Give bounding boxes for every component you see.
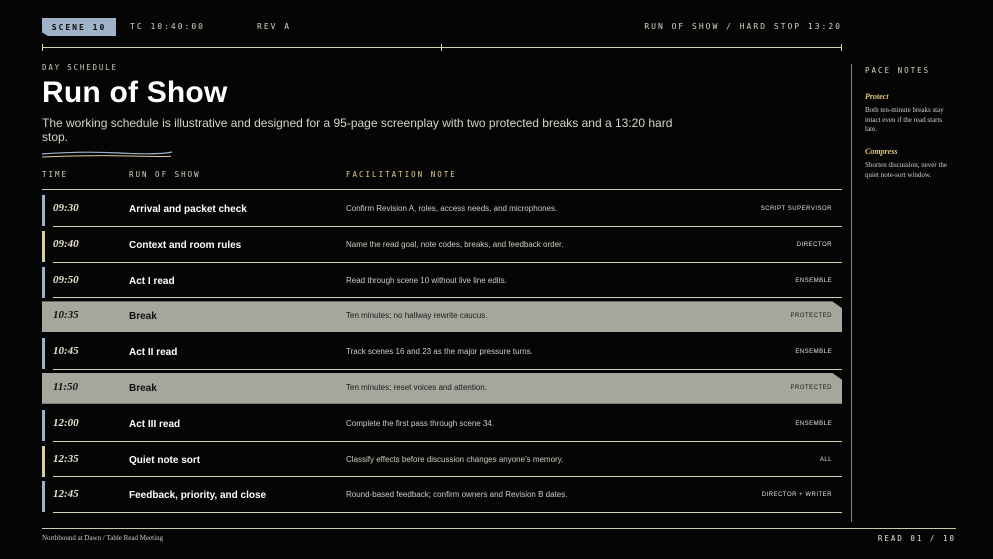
footer-divider [42, 528, 956, 529]
decorative-underline [41, 151, 173, 158]
schedule-row: 09:40 Context and room rules Name the read… [42, 227, 842, 263]
row-divider [53, 512, 842, 514]
ruler-tick-mid [441, 44, 442, 51]
row-facilitation-note: Classify effects before discussion chang… [346, 454, 564, 464]
row-time: 09:40 [53, 237, 79, 250]
revision-label: REV A [257, 22, 292, 31]
row-facilitation-note: Read through scene 10 without live line … [346, 275, 507, 285]
row-accent-bar [42, 266, 45, 298]
timeline-ruler [42, 44, 842, 51]
pace-note-heading: Protect [865, 92, 889, 101]
row-time: 12:00 [53, 416, 79, 429]
page-description: The working schedule is illustrative and… [42, 116, 673, 144]
schedule-row: 10:45 Act II read Track scenes 16 and 23 a… [42, 334, 842, 370]
row-facilitation-note: Track scenes 16 and 23 as the major pres… [346, 347, 533, 357]
row-facilitation-note: Complete the first pass through scene 34… [346, 418, 495, 428]
footer-page-indicator: READ 01 / 10 [877, 534, 956, 543]
row-time: 12:35 [53, 452, 79, 465]
row-time: 12:45 [53, 488, 79, 501]
row-facilitation-note: Confirm Revision A, roles, access needs,… [346, 204, 558, 213]
row-owner-tag: ENSEMBLE [795, 349, 832, 356]
pace-note-text: Shorten discussion, never the quiet note… [865, 161, 948, 179]
row-owner-tag: DIRECTOR [796, 241, 832, 248]
row-time: 09:50 [53, 273, 79, 286]
row-facilitation-note: Ten minutes; reset voices and attention. [346, 382, 487, 392]
top-bar: SCENE 10 TC 10:40:00 REV A RUN OF SHOW /… [42, 18, 842, 36]
row-activity: Act III read [129, 418, 181, 430]
pace-note-text: Both ten-minute breaks stay intact even … [865, 106, 944, 133]
row-accent-bar [42, 409, 45, 441]
row-activity: Arrival and packet check [129, 204, 247, 215]
schedule-row: 12:45 Feedback, priority, and close Round-… [42, 477, 842, 514]
schedule-row-break: 11:50 Break Ten minutes; reset voices and … [42, 370, 842, 406]
pace-note-protect: Protect Both ten-minute breaks stay inta… [865, 92, 955, 135]
side-panel-title: PACE NOTES [865, 66, 931, 75]
row-activity: Quiet note sort [129, 454, 201, 466]
page-title: Run of Show [42, 76, 228, 109]
row-owner-tag: PROTECTED [790, 384, 832, 391]
schedule-row: 12:00 Act III read Complete the first pass… [42, 406, 842, 442]
row-activity: Act I read [129, 275, 175, 287]
row-activity: Break [129, 382, 157, 394]
timecode: TC 10:40:00 [130, 22, 205, 31]
row-time: 09:30 [53, 202, 79, 214]
row-owner-tag: ENSEMBLE [795, 277, 832, 284]
column-header-run-of-show: RUN OF SHOW [129, 170, 201, 179]
row-accent-bar [42, 230, 45, 262]
row-activity: Context and room rules [129, 239, 242, 251]
row-accent-bar [42, 445, 45, 477]
table-divider [42, 189, 842, 190]
column-header-time: TIME [42, 170, 69, 179]
section-eyebrow: DAY SCHEDULE [42, 63, 118, 72]
row-accent-bar [42, 338, 45, 370]
row-owner-tag: SCRIPT SUPERVISOR [760, 206, 832, 212]
row-time: 10:35 [53, 309, 79, 322]
ruler-tick-start [42, 44, 43, 51]
schedule-table: 09:30 Arrival and packet check Confirm Rev… [42, 191, 842, 514]
schedule-row: 12:35 Quiet note sort Classify effects bef… [42, 442, 842, 478]
row-accent-bar [42, 481, 45, 513]
row-facilitation-note: Round-based feedback; confirm owners and… [346, 490, 568, 500]
column-header-facilitation-note: FACILITATION NOTE [346, 170, 457, 179]
row-owner-tag: ENSEMBLE [795, 420, 832, 427]
pace-note-compress: Compress Shorten discussion, never the q… [865, 147, 955, 180]
schedule-row: 09:50 Act I read Read through scene 10 wit… [42, 263, 842, 299]
schedule-row: 09:30 Arrival and packet check Confirm Rev… [42, 191, 842, 227]
row-owner-tag: PROTECTED [790, 313, 832, 320]
run-of-show-hard-stop: RUN OF SHOW / HARD STOP 13:20 [644, 22, 842, 31]
row-facilitation-note: Name the read goal, note codes, breaks, … [346, 239, 564, 249]
ruler-tick-end [841, 44, 842, 51]
pace-note-heading: Compress [865, 147, 898, 156]
schedule-row-break: 10:35 Break Ten minutes; no hallway rewrit… [42, 298, 842, 334]
row-owner-tag: DIRECTOR + WRITER [761, 492, 832, 499]
row-owner-tag: ALL [819, 456, 832, 463]
footer-production-title: Northbound at Dawn / Table Read Meeting [42, 534, 164, 542]
side-panel-divider [851, 64, 852, 522]
row-activity: Feedback, priority, and close [129, 490, 267, 502]
row-activity: Break [129, 311, 157, 323]
row-accent-bar [42, 195, 45, 226]
row-activity: Act II read [129, 347, 178, 359]
row-facilitation-note: Ten minutes; no hallway rewrite caucus. [346, 311, 488, 321]
row-time: 10:45 [53, 345, 79, 358]
scene-badge: SCENE 10 [42, 18, 116, 36]
row-time: 11:50 [53, 380, 79, 393]
